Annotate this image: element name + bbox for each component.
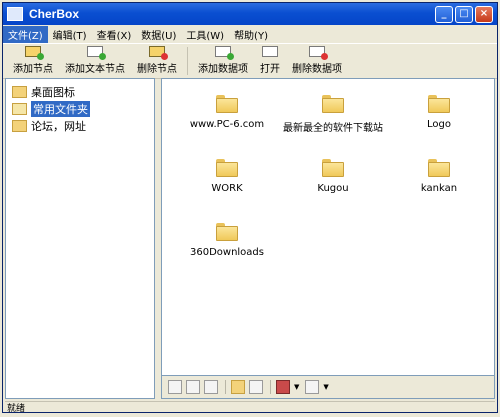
folder-label: 360Downloads [189, 247, 264, 258]
maximize-button[interactable]: □ [455, 5, 473, 23]
toolbar-separator [187, 47, 188, 75]
menu-edit[interactable]: 编辑(T) [48, 26, 92, 43]
tree-node-forums-websites[interactable]: 论坛，网址 [8, 117, 152, 134]
add-document-icon[interactable] [186, 380, 200, 394]
tree-node-label: 论坛，网址 [31, 119, 86, 133]
open-icon [262, 46, 278, 57]
add-node-button[interactable]: 添加节点 [7, 46, 59, 78]
delete-item-button[interactable]: 删除数据项 [286, 46, 348, 78]
delete-item-label: 删除数据项 [292, 64, 342, 75]
tree-node-label: 桌面图标 [31, 85, 75, 99]
delete-document-icon[interactable] [204, 380, 218, 394]
new-document-icon[interactable] [168, 380, 182, 394]
folder-item[interactable]: Kugou [278, 159, 388, 194]
folder-icon [428, 159, 450, 177]
add-folder-icon [25, 46, 44, 60]
add-item-label: 添加数据项 [198, 64, 248, 75]
open-folder-icon [12, 102, 27, 115]
app-icon [7, 7, 23, 21]
folder-icon [322, 95, 344, 113]
folder-label: www.PC-6.com [189, 119, 265, 130]
items-panel: www.PC-6.com 最新最全的软件下载站 Logo WORK Kugou [161, 78, 495, 399]
folder-label: WORK [211, 183, 243, 194]
tree-node-common-folders[interactable]: 常用文件夹 [8, 100, 152, 117]
app-window: CherBox _ □ × 文件(Z) 编辑(T) 查看(X) 数据(U) 工具… [2, 2, 498, 414]
folder-label: 最新最全的软件下载站 [283, 123, 383, 134]
open-label: 打开 [260, 64, 280, 75]
add-text-node-button[interactable]: 添加文本节点 [59, 46, 131, 78]
delete-folder-icon [149, 46, 168, 60]
folder-icon [322, 159, 344, 177]
folder-label: Logo [427, 119, 451, 130]
menu-bar: 文件(Z) 编辑(T) 查看(X) 数据(U) 工具(W) 帮助(Y) [3, 25, 497, 44]
folder-item[interactable]: Logo [384, 95, 494, 130]
delete-item-icon [309, 46, 328, 60]
main-content: 桌面图标 常用文件夹 论坛，网址 www.PC-6.com 最新最全的软件下载站… [5, 78, 495, 399]
folder-icon [216, 159, 238, 177]
folder-icon [12, 119, 27, 132]
menu-tools[interactable]: 工具(W) [181, 26, 229, 43]
folder-item[interactable]: WORK [172, 159, 282, 194]
folder-item[interactable]: 360Downloads [172, 223, 282, 258]
delete-node-label: 删除节点 [137, 64, 177, 75]
close-button[interactable]: × [475, 5, 493, 23]
add-item-icon [215, 46, 234, 60]
menu-data[interactable]: 数据(U) [136, 26, 181, 43]
tree-node-label: 常用文件夹 [31, 100, 90, 117]
items-view[interactable]: www.PC-6.com 最新最全的软件下载站 Logo WORK Kugou [161, 78, 495, 375]
minimize-button[interactable]: _ [435, 5, 453, 23]
status-bar: 就绪 [5, 401, 495, 414]
tree-node-desktop-icons[interactable]: 桌面图标 [8, 83, 152, 100]
folder-item[interactable]: kankan [384, 159, 494, 194]
toolbar-separator [270, 380, 271, 394]
folder-item[interactable]: www.PC-6.com [172, 95, 282, 130]
menu-view[interactable]: 查看(X) [92, 26, 137, 43]
add-item-button[interactable]: 添加数据项 [192, 46, 254, 78]
category-tree[interactable]: 桌面图标 常用文件夹 论坛，网址 [5, 78, 155, 399]
add-node-label: 添加节点 [13, 64, 53, 75]
copy-icon[interactable] [249, 380, 263, 394]
folder-item[interactable]: 最新最全的软件下载站 [278, 95, 388, 134]
chevron-down-icon[interactable]: ▼ [294, 383, 299, 391]
sort-icon[interactable] [305, 380, 320, 394]
chevron-down-icon[interactable]: ▼ [323, 383, 328, 391]
menu-help[interactable]: 帮助(Y) [229, 26, 273, 43]
delete-node-button[interactable]: 删除节点 [131, 46, 183, 78]
open-button[interactable]: 打开 [254, 46, 286, 78]
bottom-toolbar: ▼ ▼ [161, 375, 495, 399]
folder-icon [12, 85, 27, 98]
folder-label: kankan [420, 183, 458, 194]
folder-icon [428, 95, 450, 113]
toolbar-separator [225, 380, 226, 394]
add-text-node-label: 添加文本节点 [65, 64, 125, 75]
view-mode-icon[interactable] [276, 380, 290, 394]
folder-icon [216, 223, 238, 241]
add-document-icon [87, 46, 106, 60]
folder-icon[interactable] [231, 380, 245, 394]
folder-label: Kugou [317, 183, 349, 194]
menu-file[interactable]: 文件(Z) [3, 25, 48, 43]
title-bar: CherBox _ □ × [3, 3, 497, 25]
folder-icon [216, 95, 238, 113]
status-text: 就绪 [7, 403, 26, 414]
toolbar: 添加节点 添加文本节点 删除节点 添加数据项 打开 删除数据项 [3, 44, 497, 79]
window-title: CherBox [29, 7, 80, 21]
